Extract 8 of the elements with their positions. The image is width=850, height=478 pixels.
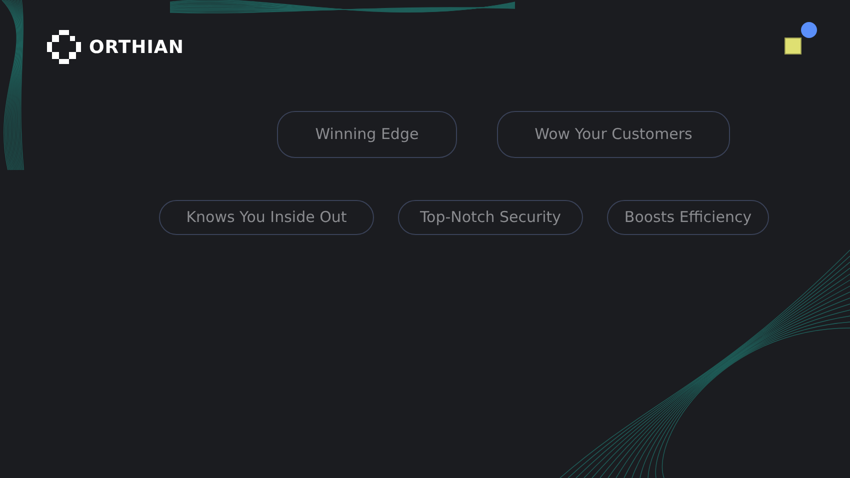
feature-tag: Top-Notch Security [398,200,583,235]
feature-tag: Wow Your Customers [497,111,730,158]
brand-name: ORTHIAN [89,36,184,60]
feature-tag: Boosts Efficiency [607,200,769,235]
feature-tag: Winning Edge [277,111,457,158]
shapes-icon [784,21,818,55]
feature-tag: Knows You Inside Out [159,200,374,235]
logo-icon [47,30,81,64]
